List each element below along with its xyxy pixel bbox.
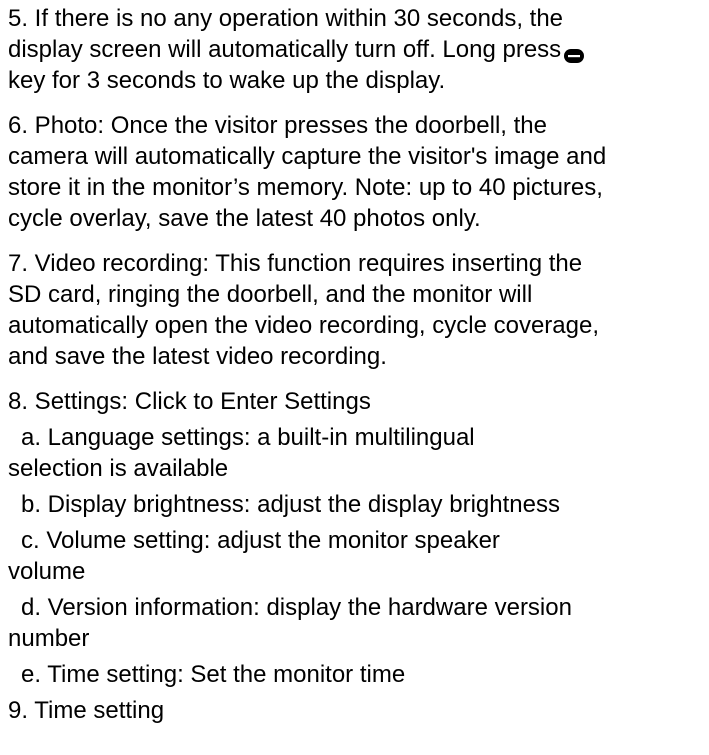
item-5-line-3: key for 3 seconds to wake up the display… <box>8 67 446 94</box>
item-7-line-3: automatically open the video recording, … <box>8 312 599 339</box>
item-8: 8. Settings: Click to Enter Settings a. … <box>8 386 708 695</box>
item-5: 5. If there is no any operation within 3… <box>8 3 708 96</box>
item-8-sub-c-line-2: volume <box>8 558 86 585</box>
item-9-heading: 9. Time setting <box>8 697 165 724</box>
item-7-line-1: 7. Video recording: This function requir… <box>8 250 583 277</box>
item-8-sub-a-line-2: selection is available <box>8 455 229 482</box>
item-7-line-2: SD card, ringing the doorbell, and the m… <box>8 281 533 308</box>
item-5-line-1: 5. If there is no any operation within 3… <box>8 5 564 32</box>
manual-page: 5. If there is no any operation within 3… <box>8 0 708 726</box>
item-6-line-1: 6. Photo: Once the visitor presses the d… <box>8 112 547 139</box>
item-8-heading: 8. Settings: Click to Enter Settings <box>8 388 371 415</box>
item-7-line-4: and save the latest video recording. <box>8 343 387 370</box>
item-8-sub-a-text-1: a. Language settings: a built-in multili… <box>21 424 475 451</box>
item-5-line-2-text: display screen will automatically turn o… <box>8 36 562 63</box>
item-6-line-3: store it in the monitor’s memory. Note: … <box>8 174 603 201</box>
item-8-sub-c-text-1: c. Volume setting: adjust the monitor sp… <box>21 527 500 554</box>
item-8-sub-b: b. Display brightness: adjust the displa… <box>8 489 708 520</box>
item-8-sub-d-line-2: number <box>8 625 90 652</box>
item-7: 7. Video recording: This function requir… <box>8 248 708 372</box>
item-5-line-2: display screen will automatically turn o… <box>8 34 708 65</box>
item-8-sub-b-text: b. Display brightness: adjust the displa… <box>21 491 560 518</box>
pill-key-icon <box>563 41 585 63</box>
item-8-sub-d-text-1: d. Version information: display the hard… <box>21 594 572 621</box>
item-8-sub-a-line-1: a. Language settings: a built-in multili… <box>8 422 708 453</box>
item-8-sub-d-line-1: d. Version information: display the hard… <box>8 592 708 623</box>
item-8-sub-e: e. Time setting: Set the monitor time <box>8 659 708 690</box>
item-6-line-2: camera will automatically capture the vi… <box>8 143 607 170</box>
item-6: 6. Photo: Once the visitor presses the d… <box>8 110 708 234</box>
item-6-line-4: cycle overlay, save the latest 40 photos… <box>8 205 481 232</box>
item-8-sub-c-line-1: c. Volume setting: adjust the monitor sp… <box>8 525 708 556</box>
item-9: 9. Time setting <box>8 695 708 726</box>
item-8-sub-e-text: e. Time setting: Set the monitor time <box>21 661 406 688</box>
